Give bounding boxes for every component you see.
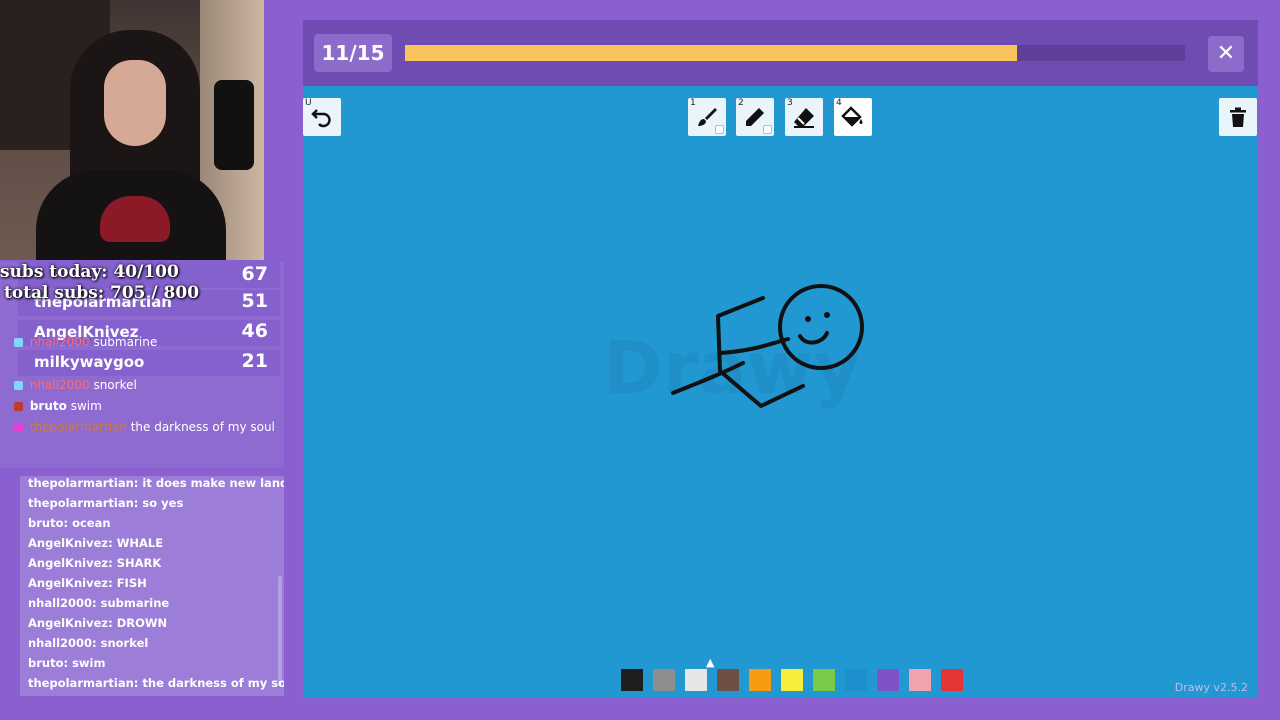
eraser-tool[interactable]: 3 — [785, 98, 823, 136]
color-swatch-purple[interactable] — [877, 669, 899, 691]
color-swatch-brown[interactable] — [717, 669, 739, 691]
leaderboard-top-score: 67 — [241, 263, 268, 285]
color-swatch-yellow[interactable] — [781, 669, 803, 691]
chat-user: thepolarmartian — [29, 420, 127, 434]
chat-log-line: nhall2000: submarine — [28, 596, 170, 610]
shirt-print — [100, 196, 170, 242]
heart-badge-icon — [14, 423, 23, 432]
bits-badge-icon — [14, 402, 23, 411]
timer-progress-fill — [405, 45, 1018, 61]
color-swatch-orange[interactable] — [749, 669, 771, 691]
subs-today: subs today: 40/100 — [0, 262, 179, 282]
leaderboard-score: 51 — [241, 290, 268, 312]
color-swatch-pink[interactable] — [909, 669, 931, 691]
color-swatch-black[interactable] — [621, 669, 643, 691]
chat-text: the darkness of my soul — [130, 420, 275, 434]
chat-log-line: thepolarmartian: the darkness of my soul — [28, 676, 284, 690]
paint-bucket-tool[interactable]: 4 — [834, 98, 872, 136]
leaderboard-score: 46 — [241, 320, 268, 342]
leaderboard-row: milkywaygoo 21 — [18, 350, 280, 376]
undo-button[interactable]: U — [303, 98, 341, 136]
chat-message: nhall2000 snorkel — [14, 378, 137, 392]
chat-log-line: AngelKnivez: FISH — [28, 576, 147, 590]
webcam-feed — [0, 0, 264, 260]
chat-scrollbar[interactable] — [278, 576, 282, 686]
chat-user: bruto — [29, 399, 67, 413]
total-subs: total subs: 705 / 800 — [4, 283, 200, 303]
drawing-canvas[interactable]: Drawy U 1 2 3 4 ▲ Drawy v2.5.2 — [303, 86, 1258, 698]
streamer-face — [104, 60, 166, 146]
pencil-tool[interactable]: 2 — [736, 98, 774, 136]
leaderboard-score: 21 — [241, 350, 268, 372]
chat-log-line: bruto: ocean — [28, 516, 111, 530]
chat-log-line: thepolarmartian: so yes — [28, 496, 184, 510]
chat-log-line: nhall2000: snorkel — [28, 636, 149, 650]
chat-user: nhall2000 — [29, 335, 90, 349]
color-swatch-green[interactable] — [813, 669, 835, 691]
microphone — [214, 80, 254, 170]
round-counter: 11/15 — [314, 34, 392, 72]
chat-user: nhall2000 — [29, 378, 90, 392]
chat-log-line: AngelKnivez: WHALE — [28, 536, 164, 550]
color-swatch-light-gray[interactable] — [685, 669, 707, 691]
sub-badge-icon — [14, 338, 23, 347]
sub-badge-icon — [14, 381, 23, 390]
chat-log-line: AngelKnivez: DROWN — [28, 616, 168, 630]
chat-message: thepolarmartian the darkness of my soul — [14, 420, 275, 434]
chat-log[interactable]: thepolarmartian: it does make new land t… — [20, 476, 284, 696]
clear-canvas-button[interactable] — [1219, 98, 1257, 136]
chat-log-line: thepolarmartian: it does make new land — [28, 476, 284, 490]
chat-text: swim — [70, 399, 102, 413]
chat-text: snorkel — [93, 378, 137, 392]
close-button[interactable]: ✕ — [1208, 36, 1244, 72]
trash-icon — [1230, 107, 1246, 127]
paint-bucket-icon — [841, 106, 863, 127]
eraser-icon — [794, 108, 814, 128]
color-swatch-blue[interactable] — [845, 669, 867, 691]
undo-icon — [311, 109, 331, 128]
leaderboard-name: milkywaygoo — [34, 353, 145, 371]
chat-message: nhall2000 submarine — [14, 335, 157, 349]
stick-figure-drawing — [671, 284, 864, 408]
tool-size-indicator — [715, 125, 724, 134]
chat-text: submarine — [93, 335, 158, 349]
chat-message: bruto swim — [14, 399, 102, 413]
brush-tool[interactable]: 1 — [688, 98, 726, 136]
version-label: Drawy v2.5.2 — [1174, 681, 1248, 694]
tool-size-indicator — [763, 125, 772, 134]
chat-log-line: bruto: swim — [28, 656, 106, 670]
mouse-cursor-icon: ▲ — [706, 656, 715, 669]
timer-progress-bar — [405, 45, 1185, 61]
color-swatch-gray[interactable] — [653, 669, 675, 691]
color-swatch-red[interactable] — [941, 669, 963, 691]
chat-log-line: AngelKnivez: SHARK — [28, 556, 162, 570]
